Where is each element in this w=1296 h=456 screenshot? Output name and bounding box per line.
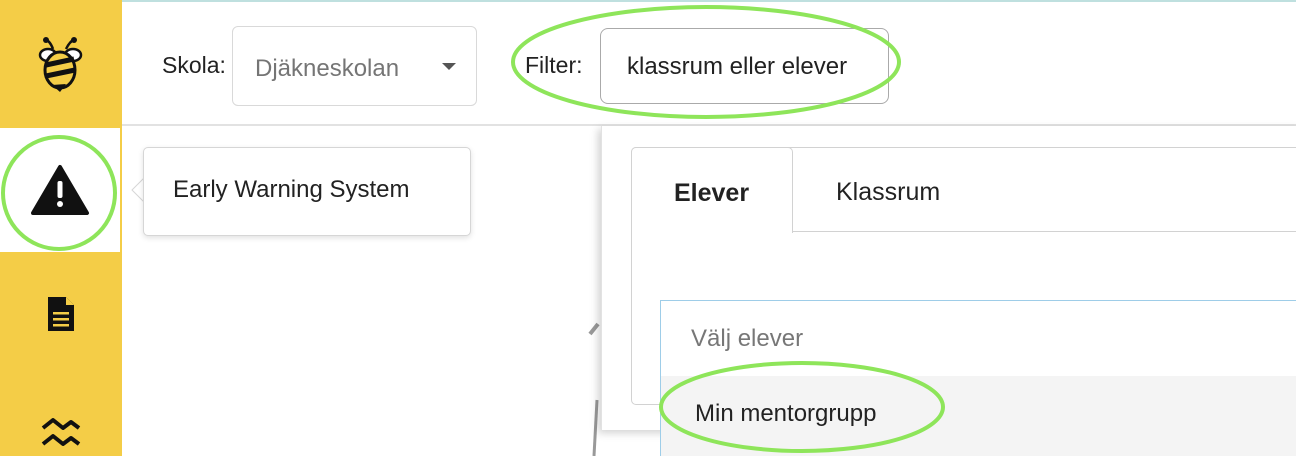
document-icon	[48, 297, 74, 331]
caret-down-icon	[442, 63, 456, 70]
school-label: Skola:	[162, 52, 226, 78]
school-select[interactable]: Djäkneskolan	[232, 26, 477, 106]
bee-icon	[38, 37, 83, 92]
student-select-placeholder: Välj elever	[691, 325, 804, 352]
trend-lines-icon	[41, 418, 81, 446]
student-option-min-mentorgrupp[interactable]: Min mentorgrupp	[661, 376, 1296, 456]
school-select-value: Djäkneskolan	[255, 55, 400, 82]
sidebar-item-logo[interactable]	[0, 0, 122, 128]
sidebar-item-documents[interactable]	[0, 252, 122, 376]
top-bar: Skola: Djäkneskolan Filter: klassrum ell…	[122, 0, 1296, 126]
panel-divider	[588, 322, 600, 456]
tab-klassrum[interactable]: Klassrum	[836, 178, 940, 207]
student-option-label: Min mentorgrupp	[695, 400, 877, 427]
sidebar-item-early-warning[interactable]	[0, 128, 120, 252]
student-select[interactable]: Välj elever Min mentorgrupp	[660, 300, 1296, 456]
sidebar	[0, 0, 122, 456]
sidebar-item-trends[interactable]	[0, 376, 122, 456]
filter-input[interactable]: klassrum eller elever	[600, 28, 889, 104]
tab-elever[interactable]: Elever	[631, 147, 793, 233]
warning-triangle-icon	[31, 165, 89, 215]
sidebar-tooltip: Early Warning System	[143, 147, 471, 236]
filter-label: Filter:	[525, 52, 583, 78]
tab-underline	[791, 231, 1296, 232]
